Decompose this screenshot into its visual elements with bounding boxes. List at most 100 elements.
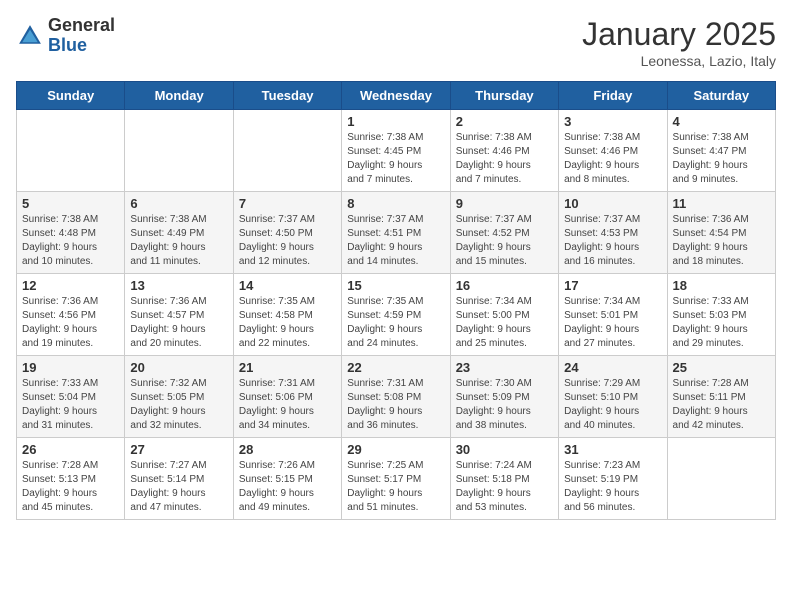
day-info: Sunrise: 7:35 AM Sunset: 4:58 PM Dayligh…: [239, 295, 336, 351]
day-info: Sunrise: 7:29 AM Sunset: 5:10 PM Dayligh…: [564, 377, 661, 433]
day-info: Sunrise: 7:31 AM Sunset: 5:06 PM Dayligh…: [239, 377, 336, 433]
day-info: Sunrise: 7:24 AM Sunset: 5:18 PM Dayligh…: [456, 459, 553, 515]
calendar-cell: [125, 110, 233, 192]
day-info: Sunrise: 7:35 AM Sunset: 4:59 PM Dayligh…: [347, 295, 444, 351]
calendar-cell: 3 Sunrise: 7:38 AM Sunset: 4:46 PM Daylig…: [559, 110, 667, 192]
calendar-cell: 28 Sunrise: 7:26 AM Sunset: 5:15 PM Dayli…: [233, 438, 341, 520]
calendar-cell: 21 Sunrise: 7:31 AM Sunset: 5:06 PM Dayli…: [233, 356, 341, 438]
day-info: Sunrise: 7:31 AM Sunset: 5:08 PM Dayligh…: [347, 377, 444, 433]
calendar-cell: 26 Sunrise: 7:28 AM Sunset: 5:13 PM Dayli…: [17, 438, 125, 520]
day-number: 6: [130, 196, 227, 211]
day-info: Sunrise: 7:38 AM Sunset: 4:45 PM Dayligh…: [347, 131, 444, 187]
day-info: Sunrise: 7:33 AM Sunset: 5:03 PM Dayligh…: [673, 295, 770, 351]
day-number: 19: [22, 360, 119, 375]
calendar-cell: 22 Sunrise: 7:31 AM Sunset: 5:08 PM Dayli…: [342, 356, 450, 438]
calendar-cell: 27 Sunrise: 7:27 AM Sunset: 5:14 PM Dayli…: [125, 438, 233, 520]
calendar-cell: 19Sunrise: 7:33 AM Sunset: 5:04 PM Dayli…: [17, 356, 125, 438]
day-info: Sunrise: 7:38 AM Sunset: 4:48 PM Dayligh…: [22, 213, 119, 269]
day-info: Sunrise: 7:37 AM Sunset: 4:51 PM Dayligh…: [347, 213, 444, 269]
calendar-week-row: 19Sunrise: 7:33 AM Sunset: 5:04 PM Dayli…: [17, 356, 776, 438]
calendar-cell: 16 Sunrise: 7:34 AM Sunset: 5:00 PM Dayli…: [450, 274, 558, 356]
day-number: 29: [347, 442, 444, 457]
calendar-cell: 7 Sunrise: 7:37 AM Sunset: 4:50 PM Daylig…: [233, 192, 341, 274]
day-number: 28: [239, 442, 336, 457]
calendar-cell: [667, 438, 775, 520]
day-number: 31: [564, 442, 661, 457]
calendar-cell: 2 Sunrise: 7:38 AM Sunset: 4:46 PM Daylig…: [450, 110, 558, 192]
calendar-week-row: 12Sunrise: 7:36 AM Sunset: 4:56 PM Dayli…: [17, 274, 776, 356]
day-info: Sunrise: 7:36 AM Sunset: 4:57 PM Dayligh…: [130, 295, 227, 351]
day-info: Sunrise: 7:38 AM Sunset: 4:47 PM Dayligh…: [673, 131, 770, 187]
calendar-cell: [233, 110, 341, 192]
day-number: 24: [564, 360, 661, 375]
day-number: 17: [564, 278, 661, 293]
calendar-cell: 24 Sunrise: 7:29 AM Sunset: 5:10 PM Dayli…: [559, 356, 667, 438]
weekday-header-sunday: Sunday: [17, 82, 125, 110]
day-number: 15: [347, 278, 444, 293]
calendar-cell: 17 Sunrise: 7:34 AM Sunset: 5:01 PM Dayli…: [559, 274, 667, 356]
day-info: Sunrise: 7:38 AM Sunset: 4:46 PM Dayligh…: [564, 131, 661, 187]
weekday-header-saturday: Saturday: [667, 82, 775, 110]
day-number: 27: [130, 442, 227, 457]
month-title: January 2025: [582, 16, 776, 53]
title-block: January 2025 Leonessa, Lazio, Italy: [582, 16, 776, 69]
day-info: Sunrise: 7:30 AM Sunset: 5:09 PM Dayligh…: [456, 377, 553, 433]
calendar-cell: 15 Sunrise: 7:35 AM Sunset: 4:59 PM Dayli…: [342, 274, 450, 356]
day-number: 9: [456, 196, 553, 211]
day-info: Sunrise: 7:37 AM Sunset: 4:50 PM Dayligh…: [239, 213, 336, 269]
day-info: Sunrise: 7:36 AM Sunset: 4:56 PM Dayligh…: [22, 295, 119, 351]
day-number: 1: [347, 114, 444, 129]
day-info: Sunrise: 7:38 AM Sunset: 4:46 PM Dayligh…: [456, 131, 553, 187]
calendar-cell: 30 Sunrise: 7:24 AM Sunset: 5:18 PM Dayli…: [450, 438, 558, 520]
day-number: 21: [239, 360, 336, 375]
calendar-cell: 20Sunrise: 7:32 AM Sunset: 5:05 PM Dayli…: [125, 356, 233, 438]
day-info: Sunrise: 7:28 AM Sunset: 5:13 PM Dayligh…: [22, 459, 119, 515]
calendar-week-row: 26 Sunrise: 7:28 AM Sunset: 5:13 PM Dayli…: [17, 438, 776, 520]
weekday-header-thursday: Thursday: [450, 82, 558, 110]
calendar-cell: 4 Sunrise: 7:38 AM Sunset: 4:47 PM Daylig…: [667, 110, 775, 192]
day-number: 8: [347, 196, 444, 211]
day-number: 30: [456, 442, 553, 457]
calendar-cell: 6 Sunrise: 7:38 AM Sunset: 4:49 PM Daylig…: [125, 192, 233, 274]
logo-icon: [16, 22, 44, 50]
day-number: 13: [130, 278, 227, 293]
day-number: 3: [564, 114, 661, 129]
day-number: 22: [347, 360, 444, 375]
day-info: Sunrise: 7:34 AM Sunset: 5:01 PM Dayligh…: [564, 295, 661, 351]
weekday-header-wednesday: Wednesday: [342, 82, 450, 110]
logo-text: General Blue: [48, 16, 115, 56]
day-number: 11: [673, 196, 770, 211]
day-number: 18: [673, 278, 770, 293]
day-info: Sunrise: 7:23 AM Sunset: 5:19 PM Dayligh…: [564, 459, 661, 515]
day-number: 23: [456, 360, 553, 375]
logo-general: General: [48, 16, 115, 36]
day-info: Sunrise: 7:27 AM Sunset: 5:14 PM Dayligh…: [130, 459, 227, 515]
calendar-week-row: 5Sunrise: 7:38 AM Sunset: 4:48 PM Daylig…: [17, 192, 776, 274]
calendar-cell: 8 Sunrise: 7:37 AM Sunset: 4:51 PM Daylig…: [342, 192, 450, 274]
logo: General Blue: [16, 16, 115, 56]
day-info: Sunrise: 7:25 AM Sunset: 5:17 PM Dayligh…: [347, 459, 444, 515]
calendar-cell: 11 Sunrise: 7:36 AM Sunset: 4:54 PM Dayli…: [667, 192, 775, 274]
weekday-header-monday: Monday: [125, 82, 233, 110]
calendar-cell: 29 Sunrise: 7:25 AM Sunset: 5:17 PM Dayli…: [342, 438, 450, 520]
calendar-cell: 25Sunrise: 7:28 AM Sunset: 5:11 PM Dayli…: [667, 356, 775, 438]
day-number: 26: [22, 442, 119, 457]
day-number: 4: [673, 114, 770, 129]
weekday-header-row: SundayMondayTuesdayWednesdayThursdayFrid…: [17, 82, 776, 110]
calendar-table: SundayMondayTuesdayWednesdayThursdayFrid…: [16, 81, 776, 520]
logo-blue: Blue: [48, 36, 115, 56]
day-number: 20: [130, 360, 227, 375]
calendar-cell: 10Sunrise: 7:37 AM Sunset: 4:53 PM Dayli…: [559, 192, 667, 274]
day-info: Sunrise: 7:37 AM Sunset: 4:53 PM Dayligh…: [564, 213, 661, 269]
day-info: Sunrise: 7:38 AM Sunset: 4:49 PM Dayligh…: [130, 213, 227, 269]
day-info: Sunrise: 7:34 AM Sunset: 5:00 PM Dayligh…: [456, 295, 553, 351]
calendar-cell: 5Sunrise: 7:38 AM Sunset: 4:48 PM Daylig…: [17, 192, 125, 274]
day-number: 2: [456, 114, 553, 129]
day-number: 14: [239, 278, 336, 293]
calendar-cell: 9Sunrise: 7:37 AM Sunset: 4:52 PM Daylig…: [450, 192, 558, 274]
day-number: 7: [239, 196, 336, 211]
day-info: Sunrise: 7:36 AM Sunset: 4:54 PM Dayligh…: [673, 213, 770, 269]
day-info: Sunrise: 7:26 AM Sunset: 5:15 PM Dayligh…: [239, 459, 336, 515]
weekday-header-friday: Friday: [559, 82, 667, 110]
day-number: 16: [456, 278, 553, 293]
